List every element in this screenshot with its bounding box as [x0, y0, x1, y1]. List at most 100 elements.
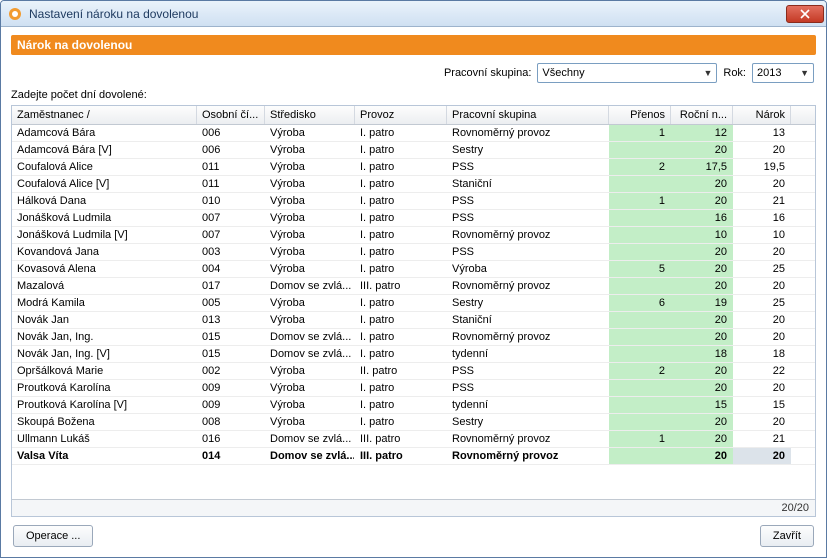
cell[interactable] [609, 142, 671, 158]
col-provoz[interactable]: Provoz [355, 106, 447, 124]
cell[interactable] [791, 142, 815, 158]
cell[interactable]: 20 [671, 244, 733, 260]
cell[interactable]: 13 [733, 125, 791, 141]
cell[interactable] [609, 227, 671, 243]
cell[interactable]: Coufalová Alice [V] [12, 176, 197, 192]
cell[interactable]: 15 [733, 397, 791, 413]
cell[interactable]: Rovnoměrný provoz [447, 227, 609, 243]
cell[interactable] [609, 448, 671, 464]
col-skupina[interactable]: Pracovní skupina [447, 106, 609, 124]
cell[interactable]: Proutková Karolína [12, 380, 197, 396]
cell[interactable]: 003 [197, 244, 265, 260]
cell[interactable]: 21 [733, 193, 791, 209]
cell[interactable]: 015 [197, 329, 265, 345]
cell[interactable] [791, 159, 815, 175]
cell[interactable]: Valsa Víta [12, 448, 197, 464]
cell[interactable] [791, 176, 815, 192]
table-row[interactable]: Novák Jan, Ing. [V]015Domov se zvlá...I.… [12, 346, 815, 363]
cell[interactable]: 013 [197, 312, 265, 328]
table-row[interactable]: Adamcová Bára006VýrobaI. patroRovnoměrný… [12, 125, 815, 142]
cell[interactable]: Výroba [265, 193, 355, 209]
cell[interactable]: I. patro [355, 159, 447, 175]
cell[interactable]: Domov se zvlá... [265, 448, 355, 464]
grid-body[interactable]: Adamcová Bára006VýrobaI. patroRovnoměrný… [12, 125, 815, 499]
year-select[interactable]: 2013 ▼ [752, 63, 814, 83]
table-row[interactable]: Hálková Dana010VýrobaI. patroPSS12021 [12, 193, 815, 210]
cell[interactable]: Výroba [265, 295, 355, 311]
cell[interactable]: 007 [197, 210, 265, 226]
cell[interactable]: I. patro [355, 261, 447, 277]
cell[interactable]: III. patro [355, 448, 447, 464]
cell[interactable]: 20 [733, 414, 791, 430]
cell[interactable]: PSS [447, 193, 609, 209]
cell[interactable]: Opršálková Marie [12, 363, 197, 379]
cell[interactable]: Výroba [265, 397, 355, 413]
table-row[interactable]: Valsa Víta014Domov se zvlá...III. patroR… [12, 448, 815, 465]
cell[interactable]: 20 [733, 278, 791, 294]
table-row[interactable]: Coufalová Alice011VýrobaI. patroPSS217,5… [12, 159, 815, 176]
cell[interactable]: 17,5 [671, 159, 733, 175]
cell[interactable]: Rovnoměrný provoz [447, 125, 609, 141]
cell[interactable]: 16 [733, 210, 791, 226]
cell[interactable]: Kovasová Alena [12, 261, 197, 277]
cell[interactable]: 21 [733, 431, 791, 447]
cell[interactable]: 20 [671, 278, 733, 294]
cell[interactable]: tydenní [447, 346, 609, 362]
table-row[interactable]: Skoupá Božena008VýrobaI. patroSestry2020 [12, 414, 815, 431]
cell[interactable] [791, 380, 815, 396]
cell[interactable] [609, 278, 671, 294]
cell[interactable] [791, 329, 815, 345]
col-narok[interactable]: Nárok [733, 106, 791, 124]
cell[interactable]: I. patro [355, 244, 447, 260]
cell[interactable]: 20 [733, 312, 791, 328]
cell[interactable]: Výroba [265, 261, 355, 277]
cell[interactable] [791, 295, 815, 311]
cell[interactable]: III. patro [355, 431, 447, 447]
cell[interactable]: 20 [671, 142, 733, 158]
cell[interactable]: tydenní [447, 397, 609, 413]
cell[interactable]: 1 [609, 125, 671, 141]
table-row[interactable]: Jonášková Ludmila007VýrobaI. patroPSS161… [12, 210, 815, 227]
cell[interactable]: 22 [733, 363, 791, 379]
cell[interactable]: 18 [733, 346, 791, 362]
cell[interactable]: Rovnoměrný provoz [447, 329, 609, 345]
cell[interactable]: 20 [671, 414, 733, 430]
table-row[interactable]: Novák Jan, Ing.015Domov se zvlá...I. pat… [12, 329, 815, 346]
cell[interactable]: 014 [197, 448, 265, 464]
cell[interactable]: Sestry [447, 414, 609, 430]
cell[interactable]: Výroba [265, 380, 355, 396]
cell[interactable]: 10 [733, 227, 791, 243]
cell[interactable]: 25 [733, 295, 791, 311]
cell[interactable]: 20 [671, 363, 733, 379]
cell[interactable]: I. patro [355, 295, 447, 311]
cell[interactable]: 19,5 [733, 159, 791, 175]
cell[interactable]: Výroba [265, 159, 355, 175]
cell[interactable]: I. patro [355, 380, 447, 396]
cell[interactable]: 5 [609, 261, 671, 277]
cell[interactable]: Staniční [447, 312, 609, 328]
cell[interactable]: 2 [609, 159, 671, 175]
cell[interactable]: Domov se zvlá... [265, 278, 355, 294]
cell[interactable]: 20 [733, 448, 791, 464]
cell[interactable]: Výroba [447, 261, 609, 277]
cell[interactable]: PSS [447, 380, 609, 396]
cell[interactable]: 20 [671, 312, 733, 328]
cell[interactable]: Mazalová [12, 278, 197, 294]
cell[interactable]: Výroba [265, 227, 355, 243]
cell[interactable]: 011 [197, 176, 265, 192]
cell[interactable]: 007 [197, 227, 265, 243]
table-row[interactable]: Jonášková Ludmila [V]007VýrobaI. patroRo… [12, 227, 815, 244]
cell[interactable]: Výroba [265, 363, 355, 379]
cell[interactable]: I. patro [355, 346, 447, 362]
cell[interactable]: PSS [447, 210, 609, 226]
cell[interactable]: 017 [197, 278, 265, 294]
zavrit-button[interactable]: Zavřít [760, 525, 814, 547]
cell[interactable]: Rovnoměrný provoz [447, 448, 609, 464]
cell[interactable]: Výroba [265, 244, 355, 260]
table-row[interactable]: Opršálková Marie002VýrobaII. patroPSS220… [12, 363, 815, 380]
cell[interactable] [609, 397, 671, 413]
cell[interactable] [609, 346, 671, 362]
cell[interactable]: 18 [671, 346, 733, 362]
cell[interactable] [791, 210, 815, 226]
cell[interactable]: I. patro [355, 176, 447, 192]
